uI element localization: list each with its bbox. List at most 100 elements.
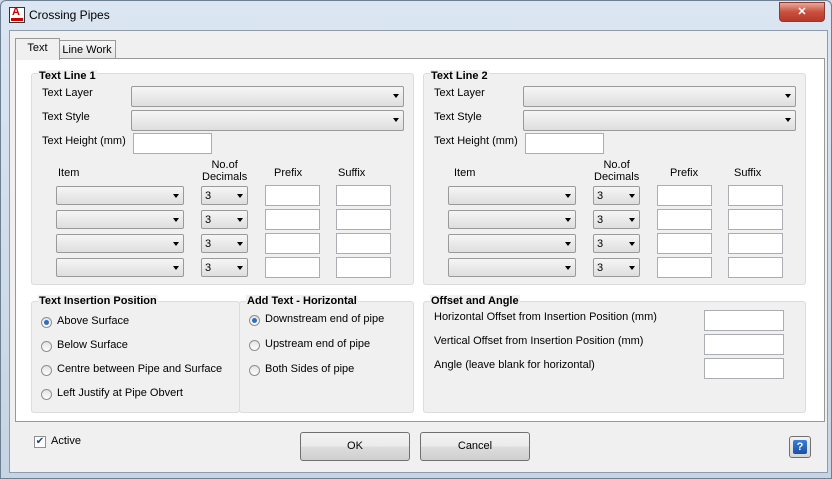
text-layer-label-1: Text Layer xyxy=(42,87,93,99)
text-style-label-1: Text Style xyxy=(42,111,90,123)
decimals-dropdown-1-4[interactable]: 3 xyxy=(201,258,248,277)
radio-both-sides[interactable] xyxy=(249,365,260,376)
decimals-value: 3 xyxy=(597,214,604,226)
dialog-client: Text Line Work Text Line 1 Text Layer Te… xyxy=(9,30,828,473)
item-dropdown-1-3[interactable] xyxy=(56,234,184,253)
prefix-header-1: Prefix xyxy=(274,167,303,179)
horizontal-offset-input[interactable] xyxy=(704,310,784,331)
chevron-down-icon xyxy=(565,194,571,198)
title-bar[interactable]: A Crossing Pipes ✕ xyxy=(1,1,831,29)
chevron-down-icon xyxy=(237,266,243,270)
suffix-input-2-3[interactable] xyxy=(728,233,783,254)
text-height-input-1[interactable] xyxy=(133,133,212,154)
decimals-dropdown-1-1[interactable]: 3 xyxy=(201,186,248,205)
window-title: Crossing Pipes xyxy=(29,8,110,22)
centre-between-label[interactable]: Centre between Pipe and Surface xyxy=(57,363,222,375)
chevron-down-icon xyxy=(393,118,399,122)
close-button[interactable]: ✕ xyxy=(779,2,825,22)
decimals-dropdown-1-3[interactable]: 3 xyxy=(201,234,248,253)
decimals-value: 3 xyxy=(205,214,212,226)
text-layer-label-2: Text Layer xyxy=(434,87,485,99)
prefix-input-2-2[interactable] xyxy=(657,209,712,230)
item-dropdown-1-1[interactable] xyxy=(56,186,184,205)
item-dropdown-1-4[interactable] xyxy=(56,258,184,277)
chevron-down-icon xyxy=(629,242,635,246)
decimals-dropdown-2-3[interactable]: 3 xyxy=(593,234,640,253)
chevron-down-icon xyxy=(629,218,635,222)
item-dropdown-2-1[interactable] xyxy=(448,186,576,205)
close-icon: ✕ xyxy=(797,6,807,18)
cancel-button[interactable]: Cancel xyxy=(420,432,530,461)
ok-button[interactable]: OK xyxy=(300,432,410,461)
insertion-position-title: Text Insertion Position xyxy=(38,295,158,307)
radio-below-surface[interactable] xyxy=(41,341,52,352)
text-layer-dropdown-2[interactable] xyxy=(523,86,796,107)
radio-left-justify[interactable] xyxy=(41,389,52,400)
decimals-dropdown-1-2[interactable]: 3 xyxy=(201,210,248,229)
chevron-down-icon xyxy=(629,266,635,270)
text-style-dropdown-1[interactable] xyxy=(131,110,404,131)
angle-input[interactable] xyxy=(704,358,784,379)
decimals-value: 3 xyxy=(597,262,604,274)
vertical-offset-input[interactable] xyxy=(704,334,784,355)
tab-text[interactable]: Text xyxy=(15,38,60,60)
both-sides-label[interactable]: Both Sides of pipe xyxy=(265,363,354,375)
suffix-input-1-1[interactable] xyxy=(336,185,391,206)
prefix-input-1-4[interactable] xyxy=(265,257,320,278)
item-dropdown-1-2[interactable] xyxy=(56,210,184,229)
radio-upstream[interactable] xyxy=(249,340,260,351)
decimals-header-1: No.of Decimals xyxy=(202,159,248,183)
chevron-down-icon xyxy=(173,194,179,198)
suffix-input-1-4[interactable] xyxy=(336,257,391,278)
radio-centre-between[interactable] xyxy=(41,365,52,376)
suffix-header-2: Suffix xyxy=(734,167,762,179)
dialog-window: A Crossing Pipes ✕ Text Line Work Text L… xyxy=(0,0,832,479)
prefix-input-1-1[interactable] xyxy=(265,185,320,206)
chevron-down-icon xyxy=(173,242,179,246)
suffix-input-2-1[interactable] xyxy=(728,185,783,206)
prefix-input-2-3[interactable] xyxy=(657,233,712,254)
chevron-down-icon xyxy=(237,218,243,222)
suffix-input-1-3[interactable] xyxy=(336,233,391,254)
suffix-input-2-4[interactable] xyxy=(728,257,783,278)
text-style-label-2: Text Style xyxy=(434,111,482,123)
chevron-down-icon xyxy=(565,242,571,246)
text-style-dropdown-2[interactable] xyxy=(523,110,796,131)
text-height-input-2[interactable] xyxy=(525,133,604,154)
radio-above-surface[interactable] xyxy=(41,317,52,328)
decimals-dropdown-2-2[interactable]: 3 xyxy=(593,210,640,229)
tab-line-work[interactable]: Line Work xyxy=(58,40,116,59)
upstream-label[interactable]: Upstream end of pipe xyxy=(265,338,370,350)
chevron-down-icon xyxy=(785,118,791,122)
left-justify-label[interactable]: Left Justify at Pipe Obvert xyxy=(57,387,183,399)
text-height-label-1: Text Height (mm) xyxy=(42,135,126,147)
chevron-down-icon xyxy=(629,194,635,198)
item-dropdown-2-4[interactable] xyxy=(448,258,576,277)
decimals-value: 3 xyxy=(205,190,212,202)
chevron-down-icon xyxy=(237,242,243,246)
prefix-input-2-4[interactable] xyxy=(657,257,712,278)
prefix-input-1-3[interactable] xyxy=(265,233,320,254)
chevron-down-icon xyxy=(173,266,179,270)
below-surface-label[interactable]: Below Surface xyxy=(57,339,128,351)
app-icon: A xyxy=(9,6,25,23)
downstream-label[interactable]: Downstream end of pipe xyxy=(265,313,384,325)
item-dropdown-2-2[interactable] xyxy=(448,210,576,229)
above-surface-label[interactable]: Above Surface xyxy=(57,315,129,327)
active-label[interactable]: Active xyxy=(51,435,81,447)
radio-downstream[interactable] xyxy=(249,315,260,326)
active-checkbox[interactable]: ✔ xyxy=(34,436,46,448)
item-dropdown-2-3[interactable] xyxy=(448,234,576,253)
help-button[interactable]: ? xyxy=(789,436,811,458)
decimals-dropdown-2-1[interactable]: 3 xyxy=(593,186,640,205)
item-header-1: Item xyxy=(58,167,80,179)
prefix-input-2-1[interactable] xyxy=(657,185,712,206)
suffix-input-2-2[interactable] xyxy=(728,209,783,230)
decimals-dropdown-2-4[interactable]: 3 xyxy=(593,258,640,277)
chevron-down-icon xyxy=(173,218,179,222)
suffix-input-1-2[interactable] xyxy=(336,209,391,230)
text-layer-dropdown-1[interactable] xyxy=(131,86,404,107)
decimals-value: 3 xyxy=(205,238,212,250)
chevron-down-icon xyxy=(565,218,571,222)
prefix-input-1-2[interactable] xyxy=(265,209,320,230)
